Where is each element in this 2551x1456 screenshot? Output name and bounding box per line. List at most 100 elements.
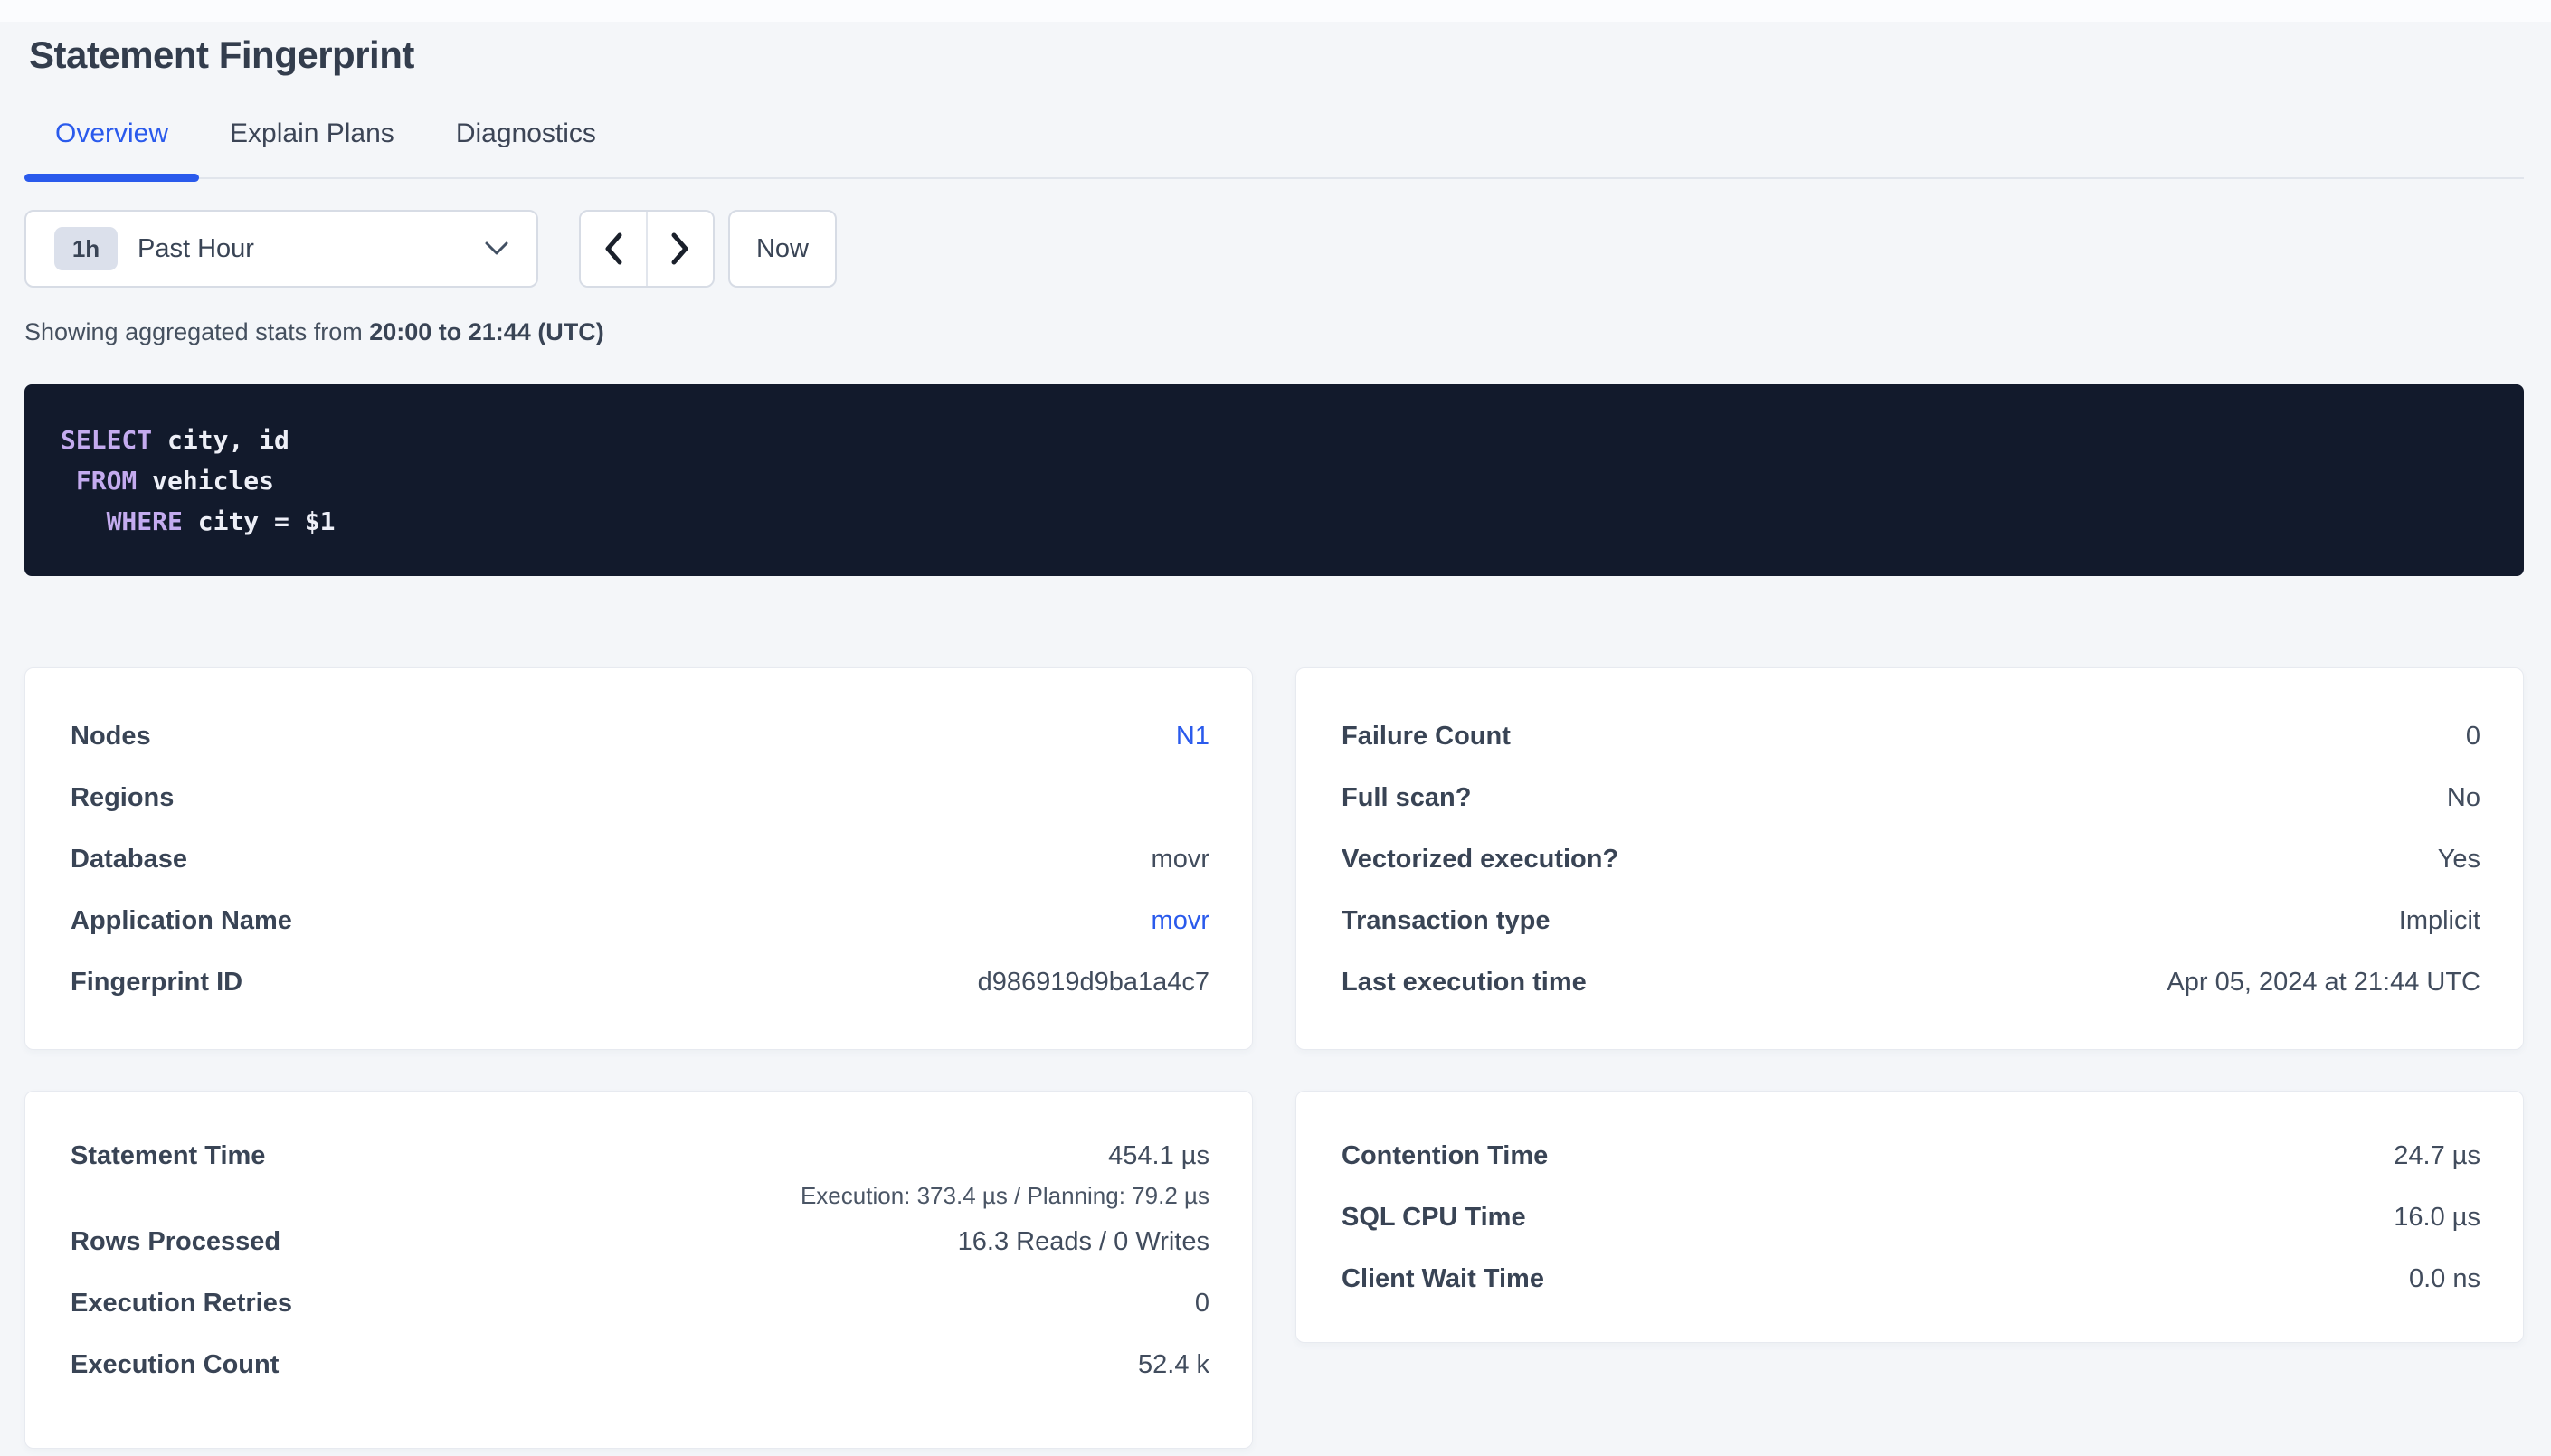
- tab-diagnostics[interactable]: Diagnostics: [425, 118, 627, 177]
- sql-keyword: SELECT: [61, 425, 152, 455]
- row-value: 0: [1195, 1289, 1209, 1319]
- row-label: Failure Count: [1342, 722, 1511, 752]
- row-label: Client Wait Time: [1342, 1264, 1544, 1294]
- stats-line-prefix: Showing aggregated stats from: [24, 318, 369, 345]
- card-row: Vectorized execution? Yes: [1342, 828, 2480, 890]
- sql-box: SELECT city, id FROM vehicles WHERE city…: [24, 384, 2524, 576]
- row-value: Implicit: [2399, 906, 2480, 936]
- card-row: Client Wait Time 0.0 ns: [1342, 1248, 2480, 1309]
- row-value: Apr 05, 2024 at 21:44 UTC: [2167, 968, 2480, 997]
- card-row-block: Client Wait Time 0.0 ns: [1342, 1248, 2480, 1309]
- row-label: Application Name: [71, 906, 292, 936]
- stats-line-range: 20:00 to 21:44 (UTC): [369, 318, 604, 345]
- time-picker-row: 1h Past Hour: [24, 210, 2524, 288]
- row-value: 454.1 µs: [1108, 1141, 1209, 1171]
- card-row: Regions: [71, 767, 1209, 828]
- card-row: SQL CPU Time 16.0 µs: [1342, 1187, 2480, 1248]
- row-value: movr: [1152, 845, 1209, 875]
- row-label: Fingerprint ID: [71, 968, 242, 997]
- chevron-down-icon: [484, 241, 509, 257]
- card-row-block: Fingerprint ID d986919d9ba1a4c7: [71, 951, 1209, 1013]
- sql-text: [61, 506, 107, 536]
- next-interval-button[interactable]: [646, 212, 713, 286]
- sql-text: city, id: [152, 425, 289, 455]
- row-label: Last execution time: [1342, 968, 1587, 997]
- card-wait-times: Contention Time24.7 µs SQL CPU Time 16.0 µ…: [1295, 1091, 2524, 1343]
- time-range-selected: Past Hour: [138, 234, 484, 264]
- time-step-button-group: [579, 210, 715, 288]
- row-value: No: [2447, 783, 2480, 813]
- chevron-left-icon: [602, 231, 624, 267]
- row-value: 16.0 µs: [2394, 1203, 2480, 1233]
- row-value: 0: [2466, 722, 2480, 752]
- card-row-block: Application Name movr: [71, 890, 1209, 951]
- card-row-block: Vectorized execution? Yes: [1342, 828, 2480, 890]
- sql-text: [61, 466, 76, 496]
- card-statement-details: NodesN1RegionsDatabasemovrApplication Na…: [24, 667, 1253, 1050]
- now-button[interactable]: Now: [728, 210, 837, 288]
- sql-keyword: FROM: [76, 466, 137, 496]
- card-row: Execution Retries 0: [71, 1272, 1209, 1334]
- previous-interval-button[interactable]: [581, 212, 646, 286]
- sql-keyword: WHERE: [107, 506, 183, 536]
- summary-cards-grid: NodesN1RegionsDatabasemovrApplication Na…: [24, 667, 2524, 1449]
- row-label: SQL CPU Time: [1342, 1203, 1526, 1233]
- row-value: Yes: [2438, 845, 2480, 875]
- card-row-block: Transaction type Implicit: [1342, 890, 2480, 951]
- tab-bar: Overview Explain Plans Diagnostics: [24, 118, 2524, 179]
- row-value-link[interactable]: movr: [1152, 906, 1209, 936]
- row-value: d986919d9ba1a4c7: [978, 968, 1209, 997]
- row-label: Execution Retries: [71, 1289, 292, 1319]
- row-label: Database: [71, 845, 187, 875]
- card-row: Transaction type Implicit: [1342, 890, 2480, 951]
- card-row: Failure Count 0: [1342, 705, 2480, 767]
- row-label: Transaction type: [1342, 906, 1550, 936]
- row-label: Full scan?: [1342, 783, 1471, 813]
- row-label: Regions: [71, 783, 174, 813]
- card-row-block: SQL CPU Time 16.0 µs: [1342, 1187, 2480, 1248]
- time-range-badge: 1h: [54, 227, 118, 270]
- tab-overview[interactable]: Overview: [24, 118, 199, 177]
- row-value-link[interactable]: N1: [1176, 722, 1209, 752]
- sql-line: SELECT city, id: [61, 420, 2488, 460]
- card-row-block: Database movr: [71, 828, 1209, 890]
- card-row: Execution Count 52.4 k: [71, 1334, 1209, 1395]
- card-row: Last execution time Apr 05, 2024 at 21:44…: [1342, 951, 2480, 1013]
- row-label: Rows Processed: [71, 1227, 280, 1257]
- row-label: Vectorized execution?: [1342, 845, 1618, 875]
- card-row-block: Rows Processed 16.3 Reads / 0 Writes: [71, 1211, 1209, 1272]
- tab-explain-plans[interactable]: Explain Plans: [199, 118, 425, 177]
- card-row-block: Contention Time24.7 µs: [1342, 1125, 2480, 1187]
- row-value: 0.0 ns: [2409, 1264, 2480, 1294]
- row-subvalue: Execution: 373.4 µs / Planning: 79.2 µs: [71, 1181, 1209, 1211]
- sql-text: city = $1: [183, 506, 336, 536]
- card-execution-attributes: Failure Count 0 Full scan? No Vectorized exe…: [1295, 667, 2524, 1050]
- card-row: Full scan? No: [1342, 767, 2480, 828]
- row-label: Nodes: [71, 722, 151, 752]
- card-row: Contention Time24.7 µs: [1342, 1125, 2480, 1187]
- card-row: Fingerprint ID d986919d9ba1a4c7: [71, 951, 1209, 1013]
- card-row: Nodes N1: [71, 705, 1209, 767]
- card-row-block: Statement Time 454.1 µs Execution: 373.4 µ…: [71, 1125, 1209, 1211]
- card-row: Application Name movr: [71, 890, 1209, 951]
- page-title: Statement Fingerprint: [29, 34, 2524, 76]
- top-strip: [0, 0, 2551, 22]
- statement-fingerprint-page: Statement Fingerprint Overview Explain P…: [0, 34, 2551, 1449]
- card-row: Rows Processed 16.3 Reads / 0 Writes: [71, 1211, 1209, 1272]
- row-value: 16.3 Reads / 0 Writes: [958, 1227, 1209, 1257]
- card-statement-statistics: Statement Time 454.1 µs Execution: 373.4 µ…: [24, 1091, 1253, 1449]
- row-value: 24.7 µs: [2394, 1141, 2480, 1171]
- card-row-block: Regions: [71, 767, 1209, 828]
- card-row-block: Nodes N1: [71, 705, 1209, 767]
- card-row-block: Last execution time Apr 05, 2024 at 21:44…: [1342, 951, 2480, 1013]
- card-row-block: Full scan? No: [1342, 767, 2480, 828]
- time-range-dropdown[interactable]: 1h Past Hour: [24, 210, 538, 288]
- aggregated-stats-line: Showing aggregated stats from 20:00 to 2…: [24, 317, 2524, 347]
- card-row: Database movr: [71, 828, 1209, 890]
- card-row-block: Execution Retries 0: [71, 1272, 1209, 1334]
- card-row: Statement Time 454.1 µs: [71, 1125, 1209, 1187]
- row-value: 52.4 k: [1138, 1350, 1209, 1380]
- row-label: Execution Count: [71, 1350, 279, 1380]
- row-label: Statement Time: [71, 1141, 265, 1171]
- sql-line: WHERE city = $1: [61, 501, 2488, 542]
